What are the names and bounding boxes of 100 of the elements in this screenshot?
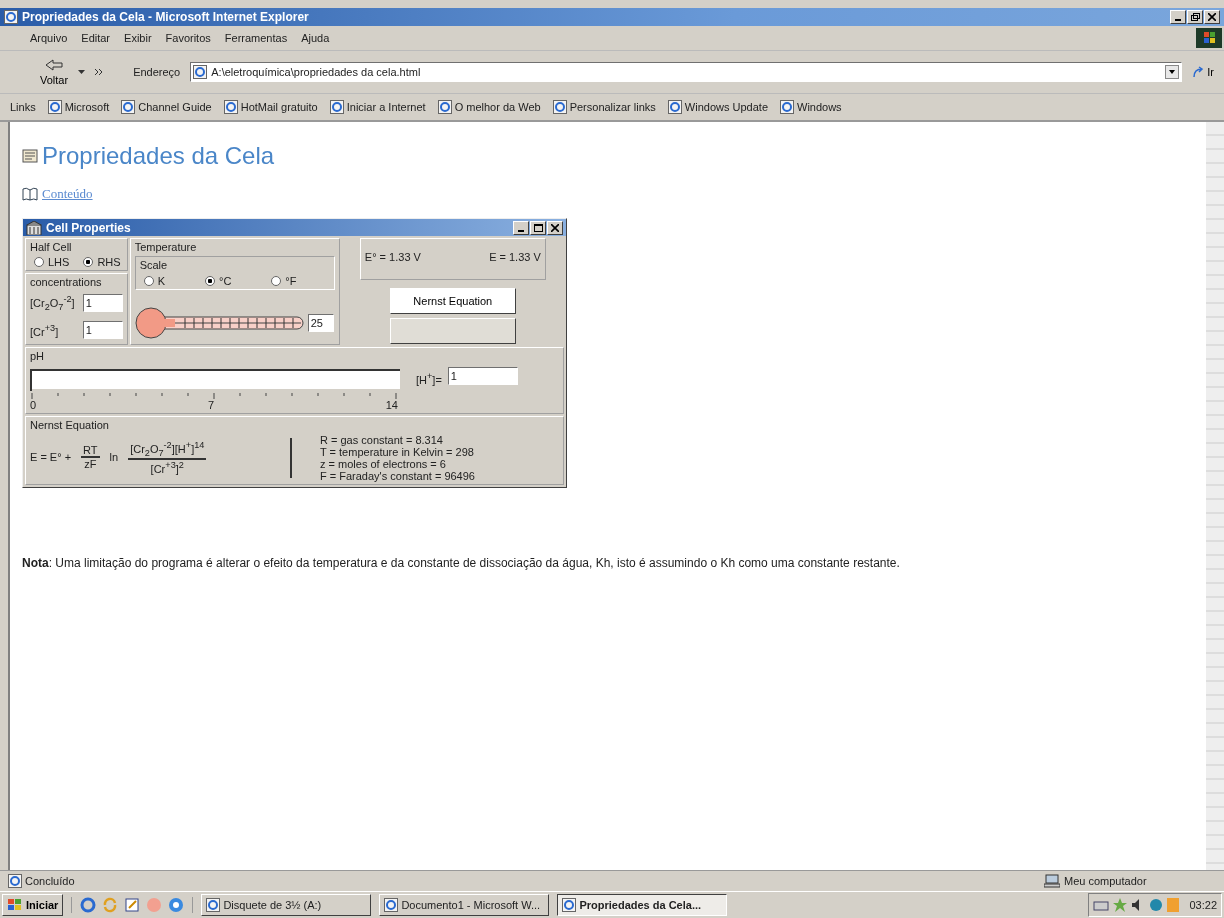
page-icon: [8, 874, 22, 888]
potential-readout: E° = 1.33 V: [364, 251, 421, 263]
menu-item[interactable]: Arquivo: [30, 32, 68, 44]
tick-label: 0: [30, 399, 37, 411]
computer-icon: [1044, 874, 1060, 888]
radio-button[interactable]: °F: [271, 275, 297, 287]
close-icon: [1208, 13, 1216, 21]
taskbar-button[interactable]: Documento1 - Microsoft W...: [379, 894, 550, 916]
browser-icon: [4, 10, 18, 24]
link-button[interactable]: Personalizar links: [552, 100, 656, 114]
page-icon: [667, 100, 682, 114]
building-icon: [26, 220, 42, 235]
temperature-field[interactable]: 25: [307, 314, 334, 332]
minimize-icon: [517, 229, 525, 232]
group-label: Half Cell: [30, 241, 73, 253]
link-button[interactable]: Microsoft: [47, 100, 110, 114]
back-button[interactable]: Voltar: [40, 58, 69, 86]
scrollbar[interactable]: [1206, 122, 1224, 870]
document-icon: [22, 148, 38, 164]
h-label: [H$^{+}$]=: [416, 371, 442, 386]
constant-text: F = Faraday's constant = 96496: [320, 470, 475, 482]
links-label: Links: [10, 101, 36, 113]
page-icon: [121, 100, 136, 114]
go-button[interactable]: Ir: [1192, 66, 1214, 78]
contents-link[interactable]: Conteúdo: [42, 186, 93, 202]
link-button[interactable]: Channel Guide: [121, 100, 212, 114]
taskbar-button[interactable]: Disquete de 3½ (A:): [201, 894, 372, 916]
group-label: Temperature: [134, 241, 198, 253]
equation-text: ln: [109, 451, 119, 463]
slider-thumb[interactable]: [30, 369, 34, 391]
radio-button[interactable]: K: [143, 275, 165, 287]
taskbar-button[interactable]: Propriedades da Cela...: [557, 894, 728, 916]
potential-readout: E = 1.33 V: [489, 251, 541, 263]
group-label: pH: [30, 350, 46, 362]
input-field[interactable]: 1: [447, 367, 518, 385]
close-button[interactable]: [1204, 10, 1220, 24]
window-title: Propriedades da Cela - Microsoft Internet Explorer: [22, 10, 310, 24]
equation-text: [Cr$_{2}$O$_{7}$$^{-2}$][H$^{+}$]$^{14}$: [128, 439, 207, 460]
menu-item[interactable]: Favoritos: [165, 32, 211, 44]
windows-logo-icon: [7, 898, 23, 912]
star-icon[interactable]: [1113, 898, 1128, 912]
group-label: Scale: [139, 259, 169, 271]
address-label: Endereço: [133, 66, 181, 78]
constant-text: R = gas constant = 8.314: [320, 434, 444, 446]
book-icon: [22, 187, 38, 201]
radio-button[interactable]: LHS: [34, 256, 70, 268]
menu-item[interactable]: Editar: [81, 32, 111, 44]
link-button[interactable]: O melhor da Web: [437, 100, 541, 114]
page-icon: [384, 898, 399, 912]
action-button[interactable]: Nernst Equation: [389, 288, 516, 314]
link-button[interactable]: Windows: [780, 100, 842, 114]
windows-logo-icon: [1196, 28, 1222, 48]
menu-item[interactable]: Ajuda: [301, 32, 330, 44]
browser-icon[interactable]: [80, 897, 97, 913]
status-text: Concluído: [25, 875, 75, 887]
page-icon: [223, 100, 238, 114]
menu-item[interactable]: Ferramentas: [224, 32, 288, 44]
link-button[interactable]: Iniciar a Internet: [329, 100, 426, 114]
page-icon: [562, 898, 577, 912]
dropdown-arrow-icon[interactable]: [78, 70, 86, 74]
equation-text: RT: [81, 444, 100, 458]
page-icon: [206, 898, 221, 912]
page-icon: [329, 100, 344, 114]
radio-button[interactable]: RHS: [83, 256, 121, 268]
minimize-button[interactable]: [1170, 10, 1186, 24]
close-button[interactable]: [547, 220, 563, 235]
zone-text: Meu computador: [1064, 875, 1147, 887]
concentration-label: [Cr$_{2}$O$_{7}$$^{-2}$]: [30, 294, 75, 312]
radio-button[interactable]: °C: [205, 275, 232, 287]
maximize-icon: [533, 223, 543, 232]
page-icon: [780, 100, 794, 114]
tick-label: 7: [207, 399, 214, 411]
input-field[interactable]: 1: [82, 321, 123, 339]
link-button[interactable]: Windows Update: [667, 100, 768, 114]
maximize-button[interactable]: [530, 220, 546, 235]
address-field[interactable]: A:\eletroquímica\propriedades da cela.html: [190, 62, 1183, 82]
equation-text: [Cr$^{+3}$]$^{2}$: [150, 459, 184, 475]
chevron-icon[interactable]: [95, 69, 104, 75]
page-icon: [552, 100, 567, 114]
minimize-icon: [1174, 19, 1182, 21]
page-heading: Propriedades da Cela: [42, 142, 275, 170]
note-text: Nota: Uma limitação do programa é alterar o efeito da temperatura e da constante de dissociação da água, Kh, isto é assumindo o Kh como uma constante restante.: [22, 556, 901, 570]
group-label: Nernst Equation: [30, 419, 110, 431]
input-field[interactable]: 1: [82, 294, 123, 312]
start-button[interactable]: Iniciar: [2, 894, 64, 916]
slider-track[interactable]: [30, 369, 400, 389]
group-label: concentrations: [30, 276, 103, 288]
go-arrow-icon: [1192, 66, 1205, 78]
page-icon: [437, 100, 452, 114]
concentration-label: [Cr$^{+3}$]: [30, 322, 59, 338]
applet-title: Cell Properties: [46, 220, 132, 235]
link-button[interactable]: HotMail gratuito: [223, 100, 318, 114]
minimize-button[interactable]: [513, 220, 529, 235]
page-icon: [193, 65, 208, 79]
menu-item[interactable]: Exibir: [124, 32, 152, 44]
constant-text: T = temperature in Kelvin = 298: [320, 446, 475, 458]
tick-label: 14: [385, 399, 398, 411]
maximize-button[interactable]: [1187, 10, 1203, 24]
page-icon: [47, 100, 62, 114]
notepad-icon[interactable]: [124, 897, 141, 913]
